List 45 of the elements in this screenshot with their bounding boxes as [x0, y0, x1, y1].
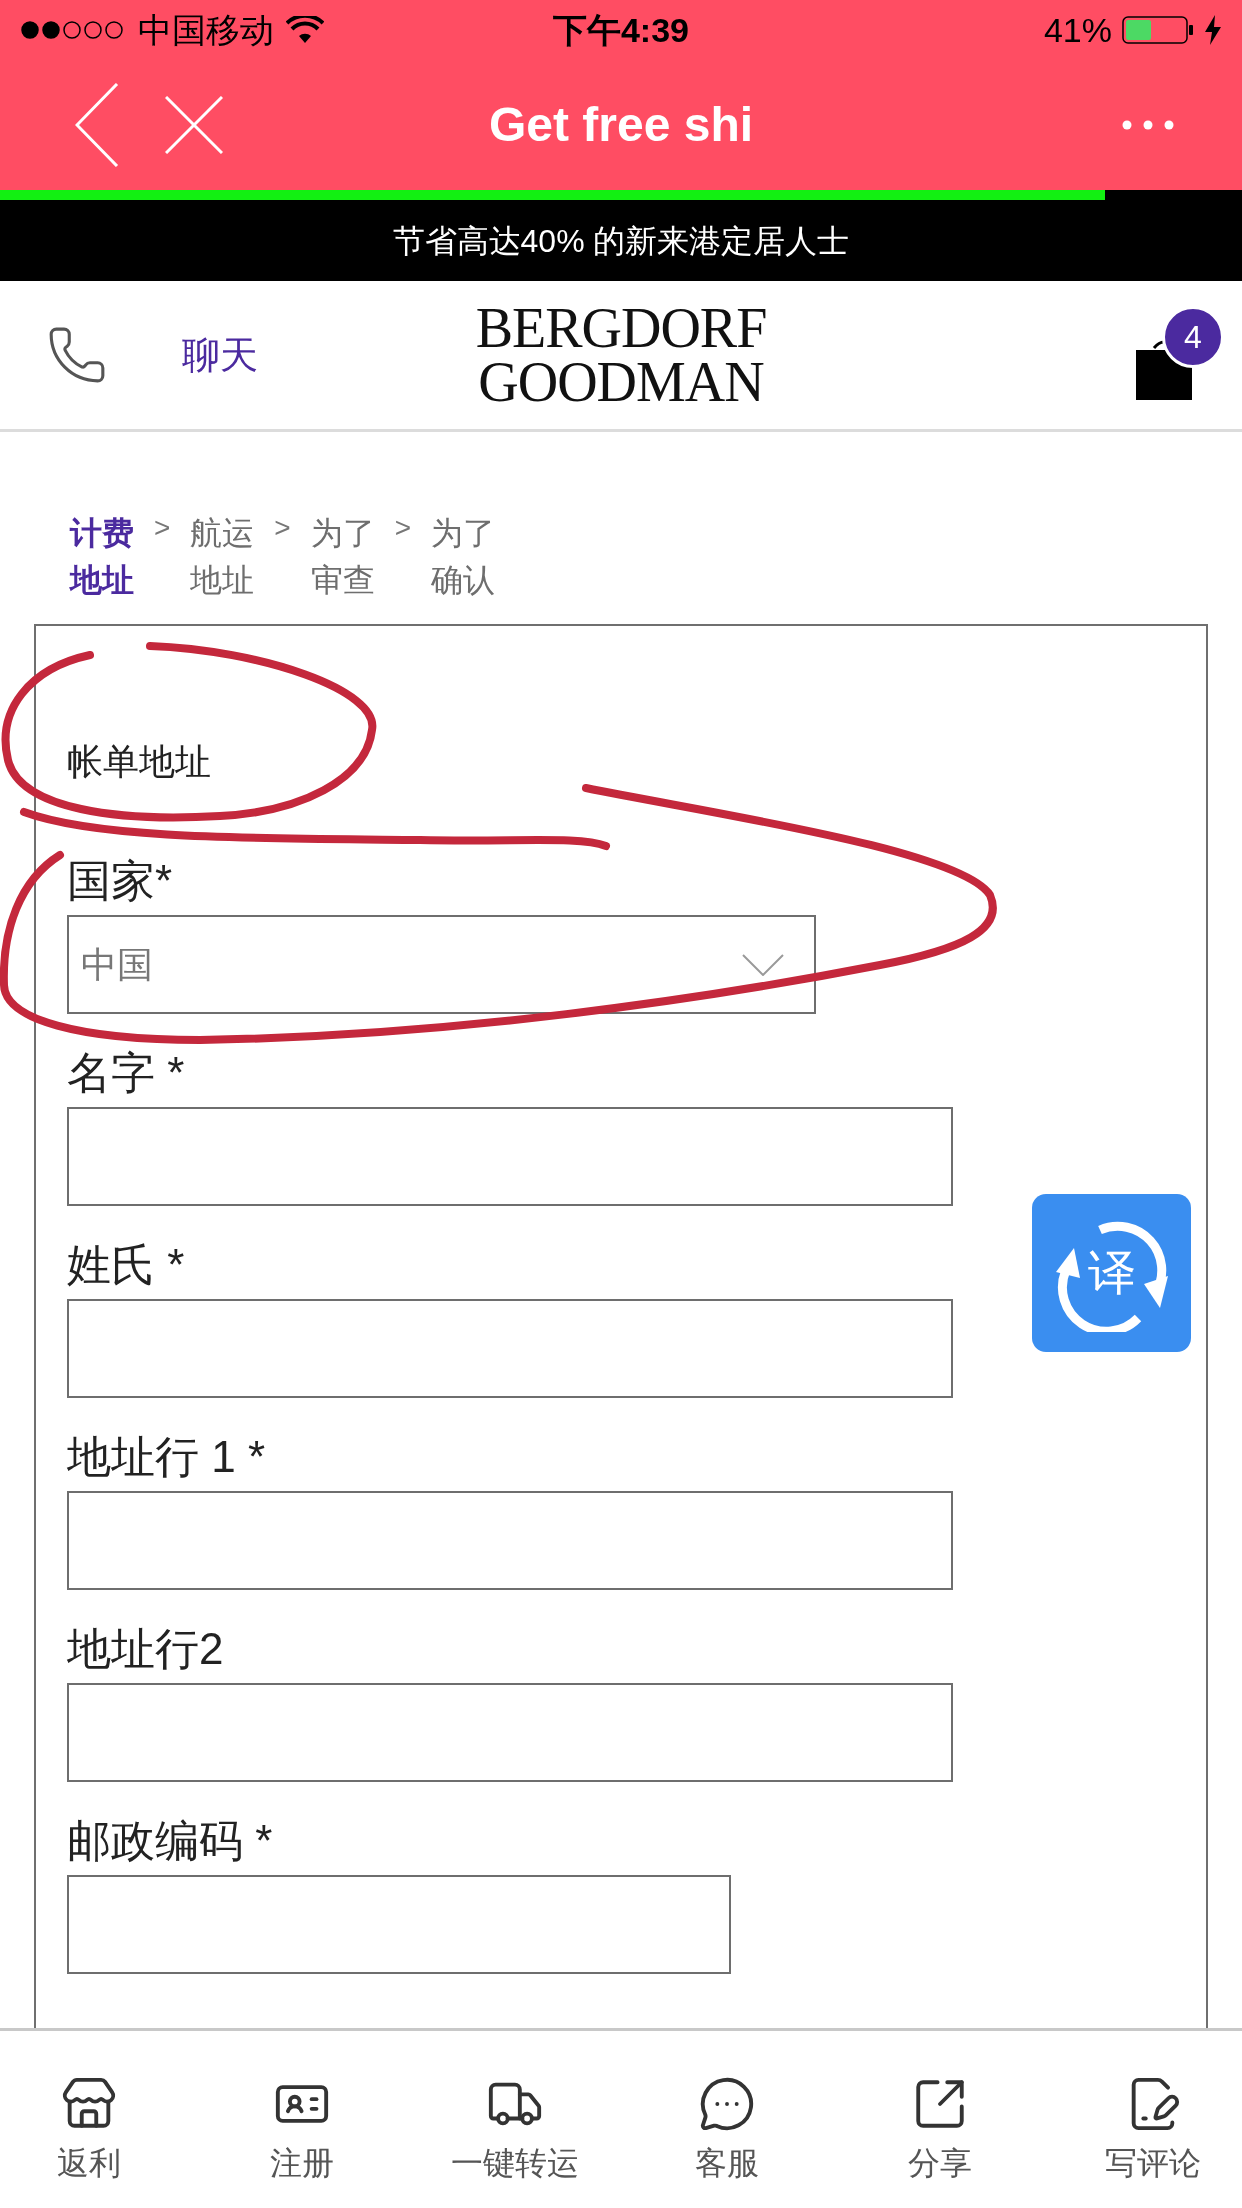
form-title: 帐单地址 [67, 740, 211, 784]
wifi-icon [286, 16, 324, 44]
field-label: 地址行 1 * [67, 1431, 266, 1483]
brand-logo[interactable]: BERGDORF GOODMAN [475, 301, 767, 409]
bottom-tab[interactable]: 返利 [14, 2075, 164, 2183]
checkout-step: 航运 地址 [190, 510, 255, 604]
step-separator: > [274, 511, 291, 545]
chevron-down-icon [742, 953, 784, 976]
page-title: Get free shi [488, 97, 754, 153]
back-button[interactable] [75, 83, 119, 167]
country-select[interactable]: 中国 [67, 915, 816, 1014]
cart-count-badge: 4 [1162, 306, 1224, 368]
promo-text: 节省高达40% 的新来港定居人士 [392, 221, 850, 261]
carrier-name: 中国移动 [138, 9, 274, 51]
chat-link[interactable]: 聊天 [182, 326, 258, 384]
checkout-step: 计费 地址 [70, 510, 134, 604]
step-separator: > [154, 511, 171, 545]
input-field[interactable] [67, 1875, 731, 1974]
bottom-tab[interactable]: 分享 [865, 2075, 1016, 2183]
field-label: 邮政编码 * [67, 1815, 273, 1867]
back-chevron-icon [75, 83, 119, 167]
field-label: 姓氏 * [67, 1239, 185, 1291]
bottom-tab[interactable]: 写评论 [1078, 2075, 1228, 2183]
field-label: 名字 * [67, 1047, 185, 1099]
more-dots-icon [1122, 120, 1174, 130]
field-label: 国家* [67, 855, 173, 907]
close-icon [165, 96, 223, 154]
signal-strength-icon [20, 20, 126, 40]
status-time: 下午4:39 [552, 9, 689, 51]
input-field[interactable] [67, 1299, 953, 1398]
input-field[interactable] [67, 1683, 953, 1782]
more-button[interactable] [1122, 120, 1174, 130]
battery-icon [1122, 16, 1194, 44]
battery-percent: 41% [1043, 9, 1112, 51]
input-field[interactable] [67, 1491, 953, 1590]
bottom-tab[interactable]: 注册 [226, 2075, 377, 2183]
bottom-tab[interactable]: 客服 [652, 2075, 803, 2183]
checkout-step: 为了 确认 [431, 510, 496, 604]
step-separator: > [394, 511, 412, 545]
charging-bolt-icon [1204, 15, 1222, 45]
checkout-step: 为了 审查 [310, 510, 375, 604]
bottom-tab[interactable]: 一键转运 [439, 2075, 590, 2183]
input-field[interactable] [67, 1107, 953, 1206]
field-label: 地址行2 [67, 1623, 224, 1675]
close-button[interactable] [165, 96, 223, 154]
